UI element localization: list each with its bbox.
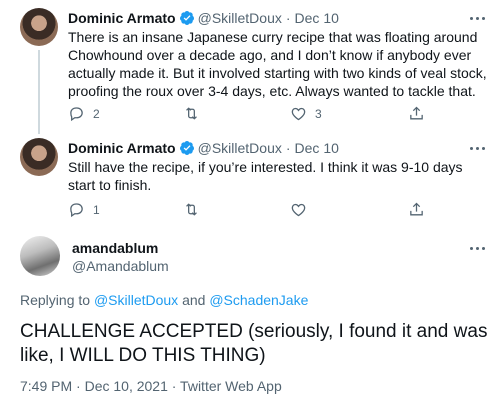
verified-badge-icon: [179, 141, 194, 155]
like-count: 3: [315, 106, 322, 121]
more-options-icon[interactable]: [470, 246, 488, 252]
tweet-1[interactable]: Dominic Armato @SkilletDoux · Dec 10 The…: [0, 8, 500, 134]
reply-icon: [70, 107, 83, 122]
replying-prefix: Replying to: [20, 292, 91, 308]
tweet-header: Dominic Armato @SkilletDoux · Dec 10: [68, 140, 339, 156]
retweet-button[interactable]: [183, 105, 208, 122]
tweet-2[interactable]: Dominic Armato @SkilletDoux · Dec 10 Sti…: [0, 138, 500, 223]
author-name[interactable]: Dominic Armato: [68, 140, 176, 156]
tweet-date[interactable]: Dec 10: [295, 10, 339, 26]
more-options-icon[interactable]: [470, 16, 488, 22]
separator-dot: ·: [285, 140, 291, 156]
avatar[interactable]: [20, 138, 58, 176]
author-handle[interactable]: @SkilletDoux: [198, 140, 282, 156]
verified-badge-icon: [179, 11, 194, 25]
separator-dot: ·: [285, 10, 291, 26]
avatar[interactable]: [20, 236, 60, 276]
tweet-timestamp[interactable]: 7:49 PM · Dec 10, 2021 · Twitter Web App: [20, 378, 282, 394]
tweet-text: There is an insane Japanese curry recipe…: [68, 29, 487, 99]
reply-button[interactable]: 1: [68, 201, 100, 218]
tweet-header: Dominic Armato @SkilletDoux · Dec 10: [68, 10, 339, 26]
reply-button[interactable]: 2: [68, 105, 100, 122]
like-button[interactable]: 3: [290, 105, 322, 122]
tweet-actions: 2 3: [68, 105, 428, 125]
mention-link[interactable]: @SchadenJake: [209, 292, 308, 308]
mention-link[interactable]: @SkilletDoux: [94, 292, 178, 308]
heart-icon: [291, 203, 306, 217]
author-name[interactable]: amandablum: [72, 240, 158, 256]
author-handle[interactable]: @SkilletDoux: [198, 10, 282, 26]
avatar[interactable]: [20, 8, 58, 46]
share-icon: [410, 202, 423, 216]
heart-icon: [291, 107, 306, 121]
reply-count: 2: [93, 106, 100, 121]
tweet-text: Still have the recipe, if you’re interes…: [68, 159, 463, 193]
main-tweet: amandablum @Amandablum: [0, 236, 500, 396]
more-options-icon[interactable]: [470, 146, 488, 152]
share-button[interactable]: [408, 105, 425, 122]
thread-connector: [38, 50, 40, 134]
author-handle[interactable]: @Amandablum: [72, 258, 169, 274]
and-word: and: [182, 292, 206, 308]
share-button[interactable]: [408, 201, 425, 218]
tweet-date[interactable]: Dec 10: [295, 140, 339, 156]
retweet-icon: [186, 107, 197, 120]
author-name[interactable]: Dominic Armato: [68, 10, 176, 26]
main-tweet-text: CHALLENGE ACCEPTED (seriously, I found i…: [20, 321, 488, 366]
retweet-button[interactable]: [183, 201, 208, 218]
replying-to-line: Replying to @SkilletDoux and @SchadenJak…: [20, 292, 308, 308]
share-icon: [410, 106, 423, 120]
tweet-actions: 1: [68, 201, 428, 221]
reply-count: 1: [93, 202, 100, 217]
retweet-icon: [186, 203, 197, 216]
like-button[interactable]: [290, 201, 315, 218]
reply-icon: [70, 203, 83, 218]
